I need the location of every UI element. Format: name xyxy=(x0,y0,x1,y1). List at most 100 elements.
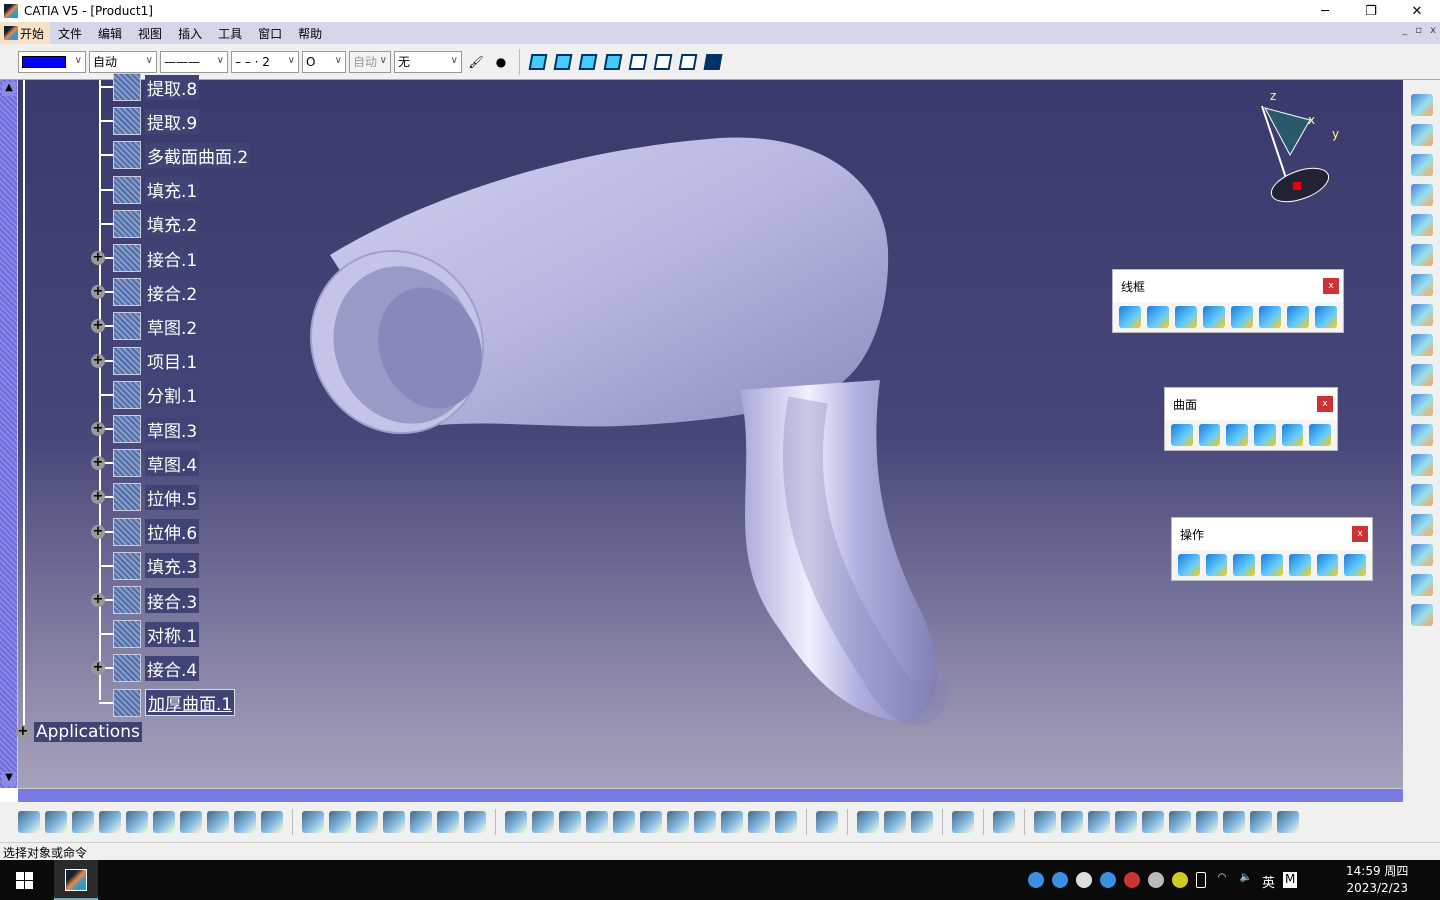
clock[interactable]: 14:59 周四 2023/2/23 xyxy=(1346,863,1408,897)
render-icon[interactable] xyxy=(775,811,797,833)
ime-mode-indicator[interactable]: M xyxy=(1283,872,1298,888)
tree-node[interactable]: 填充.1 xyxy=(99,175,200,205)
lock-icon[interactable] xyxy=(437,811,459,833)
hand-icon[interactable] xyxy=(1061,811,1083,833)
tree-view-icon[interactable] xyxy=(1115,811,1137,833)
tray-gear-icon[interactable] xyxy=(1076,872,1092,888)
expand-icon[interactable]: + xyxy=(91,319,105,334)
multi-section-icon[interactable] xyxy=(1309,424,1332,446)
point-icon[interactable] xyxy=(1119,306,1141,328)
tree-scrollbar[interactable]: ▲ ▼ xyxy=(0,80,18,788)
compass-icon[interactable]: z x y xyxy=(1250,90,1350,210)
tray-app2-icon[interactable] xyxy=(1100,872,1116,888)
axis-system-icon[interactable] xyxy=(1088,811,1110,833)
repeat-icon[interactable] xyxy=(1410,244,1433,266)
close-button[interactable]: ✕ xyxy=(1394,0,1440,22)
menu-file[interactable]: 文件 xyxy=(50,25,90,42)
ime-indicator[interactable]: 英 xyxy=(1262,872,1275,891)
volume-icon[interactable]: 🔈 xyxy=(1238,872,1254,888)
menu-help[interactable]: 帮助 xyxy=(290,25,330,42)
shading-material-icon[interactable] xyxy=(602,51,624,73)
join-icon[interactable] xyxy=(1178,554,1200,576)
swap-space-icon[interactable] xyxy=(748,811,770,833)
fit-all-icon[interactable] xyxy=(532,811,554,833)
revolve-icon[interactable] xyxy=(1198,424,1221,446)
shading-edges-hidden-icon[interactable] xyxy=(577,51,599,73)
close-panel-button[interactable]: x xyxy=(1323,278,1339,294)
tree-node[interactable]: 加厚曲面.1 xyxy=(99,688,236,718)
tree-node[interactable]: 提取.9 xyxy=(99,106,200,136)
measure-item-icon[interactable] xyxy=(884,811,906,833)
horizontal-scrollbar[interactable] xyxy=(18,788,1403,802)
dynamic-hidden-icon[interactable] xyxy=(652,51,674,73)
line-icon[interactable] xyxy=(1147,306,1169,328)
expand-icon[interactable]: + xyxy=(91,524,105,539)
table-icon[interactable] xyxy=(383,811,405,833)
redo-icon[interactable] xyxy=(234,811,256,833)
thickness-icon[interactable] xyxy=(1410,544,1433,566)
tree-node[interactable]: 提取.8 xyxy=(99,72,200,102)
print-icon[interactable] xyxy=(99,811,121,833)
painter-icon[interactable]: 🖌 xyxy=(465,51,487,73)
close-panel-button[interactable]: x xyxy=(1317,396,1333,412)
scroll-down-button[interactable]: ▼ xyxy=(2,772,16,786)
plane-icon[interactable] xyxy=(1175,306,1197,328)
draft-analysis-icon[interactable] xyxy=(1410,484,1433,506)
normal-view-icon[interactable] xyxy=(667,811,689,833)
offset-curve-icon[interactable] xyxy=(1259,306,1281,328)
point-select[interactable]: O ∨ xyxy=(302,50,346,73)
zoom-out-icon[interactable] xyxy=(640,811,662,833)
catalog-icon[interactable] xyxy=(410,811,432,833)
annotation-icon[interactable] xyxy=(1410,364,1433,386)
translate-icon[interactable] xyxy=(1288,554,1311,576)
expand-icon[interactable]: + xyxy=(91,490,105,505)
connect-icon[interactable] xyxy=(1410,454,1433,476)
view-params-icon[interactable] xyxy=(702,51,724,73)
menu-start[interactable]: 开始 xyxy=(0,22,51,44)
tree-node[interactable]: 填充.3 xyxy=(99,551,200,581)
tree-node[interactable]: + 拉伸.6 xyxy=(91,517,200,547)
expand-icon[interactable]: + xyxy=(91,251,105,265)
shading-edges-icon[interactable] xyxy=(552,51,574,73)
tree-node[interactable]: 多截面曲面.2 xyxy=(99,140,251,170)
tray-app5-icon[interactable] xyxy=(1172,872,1188,888)
sketcher-icon[interactable] xyxy=(1410,184,1433,206)
tree-node[interactable]: + 草图.4 xyxy=(91,448,200,478)
expand-icon[interactable]: + xyxy=(91,422,105,436)
new-icon[interactable] xyxy=(18,811,40,833)
offset-icon[interactable] xyxy=(1226,424,1249,446)
hide-show-icon[interactable] xyxy=(721,811,743,833)
lineweight-select[interactable]: – – · 2 ∨ xyxy=(231,50,299,73)
grid-icon[interactable] xyxy=(1142,811,1164,833)
select-icon[interactable] xyxy=(1410,124,1433,146)
fill-icon[interactable] xyxy=(1281,424,1304,446)
curve-icon[interactable] xyxy=(1410,214,1433,236)
fillet-icon[interactable] xyxy=(1233,554,1256,576)
save-icon[interactable] xyxy=(72,811,94,833)
extrude-icon[interactable] xyxy=(1171,424,1193,446)
multi-view-icon[interactable] xyxy=(1196,811,1218,833)
menu-edit[interactable]: 编辑 xyxy=(90,25,130,42)
shading-icon[interactable] xyxy=(527,51,549,73)
paste-icon[interactable] xyxy=(180,811,202,833)
rotate-icon[interactable] xyxy=(586,811,608,833)
knowledge-icon[interactable] xyxy=(356,811,378,833)
custom-view-icon[interactable] xyxy=(677,51,699,73)
scroll-up-button[interactable]: ▲ xyxy=(2,82,16,96)
menu-tools[interactable]: 工具 xyxy=(210,25,250,42)
projection-icon[interactable] xyxy=(1203,306,1225,328)
sweep-icon[interactable] xyxy=(1254,424,1276,446)
menu-window[interactable]: 窗口 xyxy=(250,25,290,42)
curvature-icon[interactable] xyxy=(1410,514,1433,536)
color-select[interactable]: ∨ xyxy=(18,50,86,73)
extrapolate-icon[interactable] xyxy=(1316,554,1339,576)
transparency-select[interactable]: 自动 ∨ xyxy=(89,50,157,73)
zoom-in-icon[interactable] xyxy=(613,811,635,833)
open-icon[interactable] xyxy=(45,811,67,833)
close-panel-button[interactable]: x xyxy=(1352,526,1368,542)
restore-button[interactable]: ❐ xyxy=(1348,0,1394,22)
expand-icon[interactable]: + xyxy=(91,661,105,676)
linetype-select[interactable]: ——— ∨ xyxy=(160,50,228,73)
layer-select[interactable]: 无 ∨ xyxy=(394,50,462,73)
axis-to-axis-icon[interactable] xyxy=(1344,554,1367,576)
